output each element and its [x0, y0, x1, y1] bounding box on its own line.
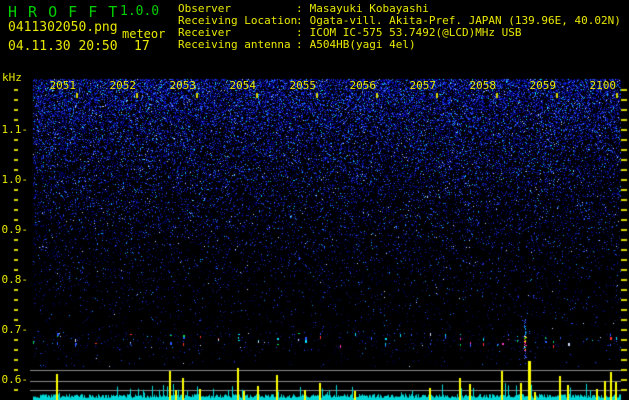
frequency-tick-label: 0.9-: [1, 223, 29, 236]
meteor-echo-count: 17: [134, 39, 150, 54]
info-row-separator: :: [296, 38, 303, 51]
info-row: Receiving antenna: A504HB(yagi 4el): [178, 39, 621, 51]
frequency-tick-label: 1.1-: [1, 123, 29, 136]
observation-datetime: 04.11.30 20:50: [8, 39, 118, 54]
time-tick-label: 2051: [49, 79, 77, 92]
time-tick-label: 2059: [529, 79, 557, 92]
spectrogram-and-level-plot: [0, 0, 629, 400]
time-tick-label: 2052: [109, 79, 137, 92]
output-filename: 0411302050.png: [8, 20, 118, 35]
frequency-tick-label: 0.6-: [1, 373, 29, 386]
time-tick-label: 2053: [169, 79, 197, 92]
frequency-axis-unit-label: kHz: [2, 71, 22, 84]
time-tick-label: 2054: [229, 79, 257, 92]
time-tick-label: 2057: [409, 79, 437, 92]
frequency-tick-label: 0.7-: [1, 323, 29, 336]
time-tick-label: 2058: [469, 79, 497, 92]
time-tick-label: 2100: [589, 79, 617, 92]
app-version: 1.0.0: [120, 4, 160, 19]
time-tick-label: 2056: [349, 79, 377, 92]
hrofft-window: H R O F F T 1.0.0 0411302050.png meteor …: [0, 0, 629, 400]
info-row-value: A504HB(yagi 4el): [309, 38, 416, 51]
info-row-label: Receiving antenna: [178, 38, 291, 51]
app-title: H R O F F T: [8, 3, 119, 21]
frequency-tick-label: 1.0-: [1, 173, 29, 186]
station-info-block: Observer: Masayuki Kobayashi Receiving Loc…: [178, 3, 621, 51]
time-tick-label: 2055: [289, 79, 317, 92]
frequency-tick-label: 0.8-: [1, 273, 29, 286]
